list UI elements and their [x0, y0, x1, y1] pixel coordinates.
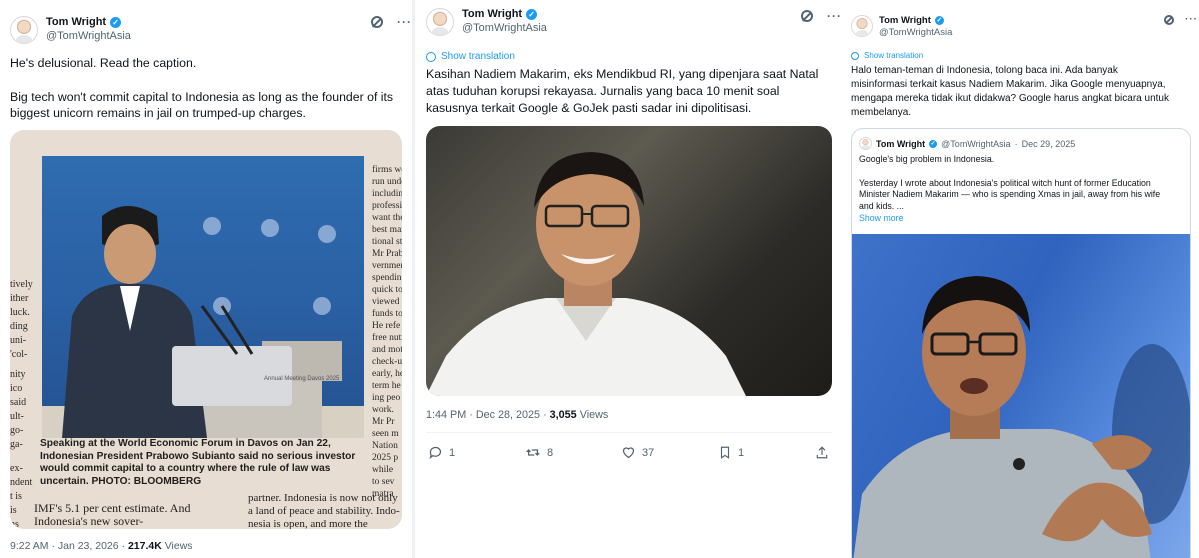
grok-icon[interactable]: [1164, 14, 1174, 25]
tweet-header-actions: ···: [1164, 14, 1198, 25]
repost-icon: [526, 449, 540, 456]
verified-badge-icon: ✓: [110, 17, 122, 29]
author-name[interactable]: Tom Wright: [462, 8, 522, 22]
bookmark-icon: [720, 446, 730, 459]
tweet-header-actions: ···: [801, 9, 842, 23]
like-button[interactable]: 37: [621, 445, 654, 460]
speaker-illustration: Annual Meeting Davos 2025: [42, 206, 364, 438]
tweet-panel-3: Tom Wright ✓ @TomWrightAsia ··· Show tra…: [842, 0, 1199, 558]
show-translation-link[interactable]: Show translation: [426, 51, 515, 62]
tweet-panel-2: Tom Wright ✓ @TomWrightAsia ··· Show tra…: [415, 0, 842, 558]
show-more-link[interactable]: Show more: [859, 213, 1189, 225]
quoted-author-handle: @TomWrightAsia: [941, 138, 1011, 149]
portrait-illustration: [426, 152, 746, 396]
avatar[interactable]: [851, 15, 873, 37]
reply-icon: [429, 446, 442, 460]
divider: [426, 432, 832, 433]
tweet-header-actions: ···: [371, 15, 412, 29]
author-handle[interactable]: @TomWrightAsia: [879, 27, 952, 39]
newspaper-right-column: firms would run under Ind including b pr…: [372, 165, 402, 499]
bookmark-button[interactable]: 1: [718, 445, 744, 460]
newspaper-photo: Annual Meeting Davos 2025: [42, 156, 364, 438]
views-label: Views: [164, 540, 193, 552]
tweet-text: Halo teman-teman di Indonesia, tolong ba…: [851, 65, 1169, 118]
verified-badge-icon: ✓: [526, 9, 538, 21]
tweet-text: Kasihan Nadiem Makarim, eks Mendikbud RI…: [426, 67, 819, 115]
verified-badge-icon: ✓: [934, 16, 944, 26]
speaker-illustration: [853, 276, 1190, 558]
author-handle[interactable]: @TomWrightAsia: [462, 22, 547, 36]
newspaper-left-column: tively ither luck. ding uni- 'col- nity …: [10, 279, 33, 529]
quoted-avatar: [859, 137, 872, 150]
tweet-image-newspaper[interactable]: tively ither luck. ding uni- 'col- nity …: [10, 130, 402, 529]
quoted-tweet-header: Tom Wright ✓ @TomWrightAsia · Dec 29, 20…: [859, 137, 1075, 150]
tweet-text: He's delusional. Read the caption. Big t…: [10, 56, 394, 120]
globe-icon: [851, 51, 859, 60]
tweet-header: Tom Wright ✓ @TomWrightAsia: [10, 16, 131, 44]
verified-badge-icon: ✓: [929, 139, 938, 148]
tweet-panel-1: Tom Wright ✓ @TomWrightAsia ··· He's del…: [0, 0, 412, 558]
author-handle[interactable]: @TomWrightAsia: [46, 30, 131, 44]
author-name[interactable]: Tom Wright: [879, 15, 931, 27]
newspaper-bottom-left: IMF's 5.1 per cent estimate. And Indones…: [34, 501, 191, 528]
newspaper-bottom-right: partner. Indonesia is now not only a lan…: [248, 492, 400, 529]
more-options-icon[interactable]: ···: [397, 15, 412, 29]
repost-button[interactable]: 8: [525, 445, 553, 460]
tweet-time[interactable]: 1:44 PM: [426, 409, 466, 421]
tweet-header: Tom Wright ✓ @TomWrightAsia: [851, 15, 952, 39]
tweet-date[interactable]: Dec 28, 2025: [476, 409, 540, 421]
globe-icon: [426, 51, 436, 62]
quoted-text: Google's big problem in Indonesia. Yeste…: [859, 154, 1189, 225]
newspaper-caption: Speaking at the World Economic Forum in …: [40, 438, 356, 487]
tweet-date[interactable]: Jan 23, 2026: [58, 540, 119, 552]
quoted-tweet[interactable]: Tom Wright ✓ @TomWrightAsia · Dec 29, 20…: [851, 128, 1191, 558]
views-count: 217.4K: [127, 540, 162, 552]
views-count: 3,055: [549, 409, 577, 421]
more-options-icon[interactable]: ···: [1185, 14, 1198, 25]
tweet-meta: 1:44 PM · Dec 28, 2025 · 3,055 Views: [426, 409, 609, 421]
avatar[interactable]: [10, 16, 38, 44]
tweet-time[interactable]: 9:22 AM: [10, 540, 49, 552]
grok-icon[interactable]: [371, 16, 383, 28]
podium-label: Annual Meeting Davos 2025: [264, 376, 340, 382]
avatar[interactable]: [426, 8, 454, 36]
share-icon: [816, 446, 828, 459]
tweet-image-portrait[interactable]: [426, 126, 832, 396]
share-button[interactable]: [815, 445, 829, 460]
views-label: Views: [579, 409, 609, 421]
tweet-header: Tom Wright ✓ @TomWrightAsia: [426, 8, 547, 36]
heart-icon: [622, 447, 635, 459]
quoted-date: Dec 29, 2025: [1021, 138, 1076, 149]
quoted-author-name: Tom Wright: [876, 138, 926, 149]
grok-icon[interactable]: [801, 10, 813, 22]
author-name[interactable]: Tom Wright: [46, 16, 106, 30]
show-translation-link[interactable]: Show translation: [851, 51, 923, 60]
reply-button[interactable]: 1: [428, 445, 455, 460]
tweet-meta: 9:22 AM · Jan 23, 2026 · 217.4K Views: [10, 540, 193, 552]
quoted-tweet-image[interactable]: [852, 234, 1190, 558]
more-options-icon[interactable]: ···: [827, 9, 842, 23]
